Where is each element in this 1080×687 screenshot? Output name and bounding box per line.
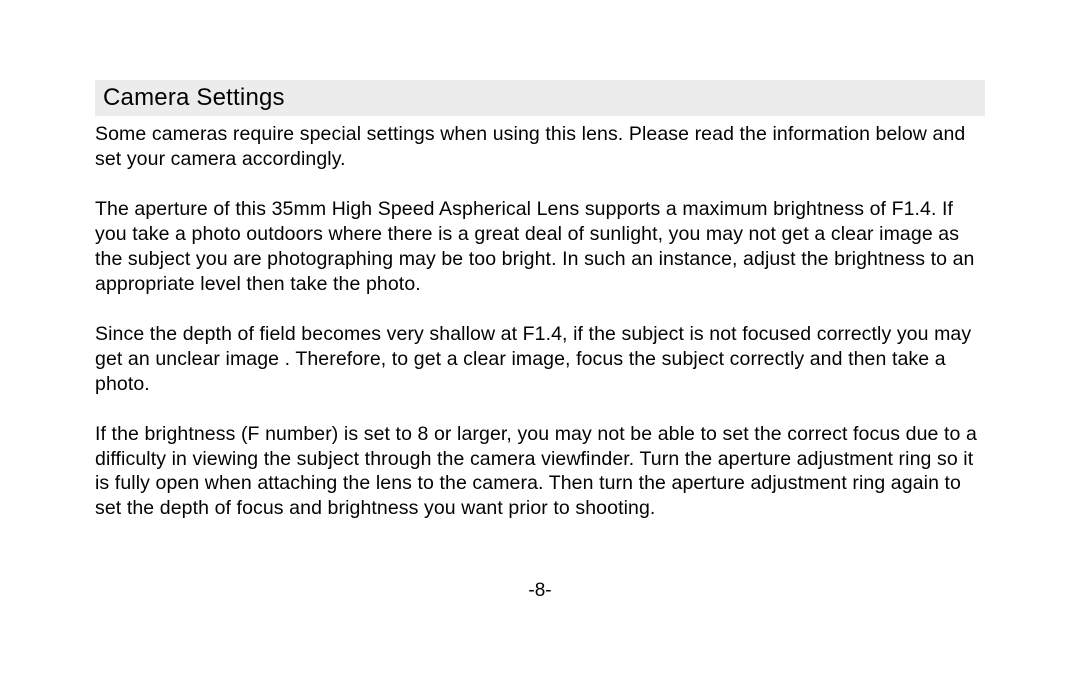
paragraph-1: Some cameras require special settings wh… — [95, 122, 985, 172]
paragraph-4: If the brightness (F number) is set to 8… — [95, 422, 985, 522]
paragraph-2: The aperture of this 35mm High Speed Asp… — [95, 197, 985, 297]
section-heading: Camera Settings — [103, 84, 977, 112]
page-number: -8- — [0, 580, 1080, 602]
section-heading-bar: Camera Settings — [95, 80, 985, 116]
body-text-container: Some cameras require special settings wh… — [95, 122, 985, 521]
paragraph-3: Since the depth of field becomes very sh… — [95, 322, 985, 397]
